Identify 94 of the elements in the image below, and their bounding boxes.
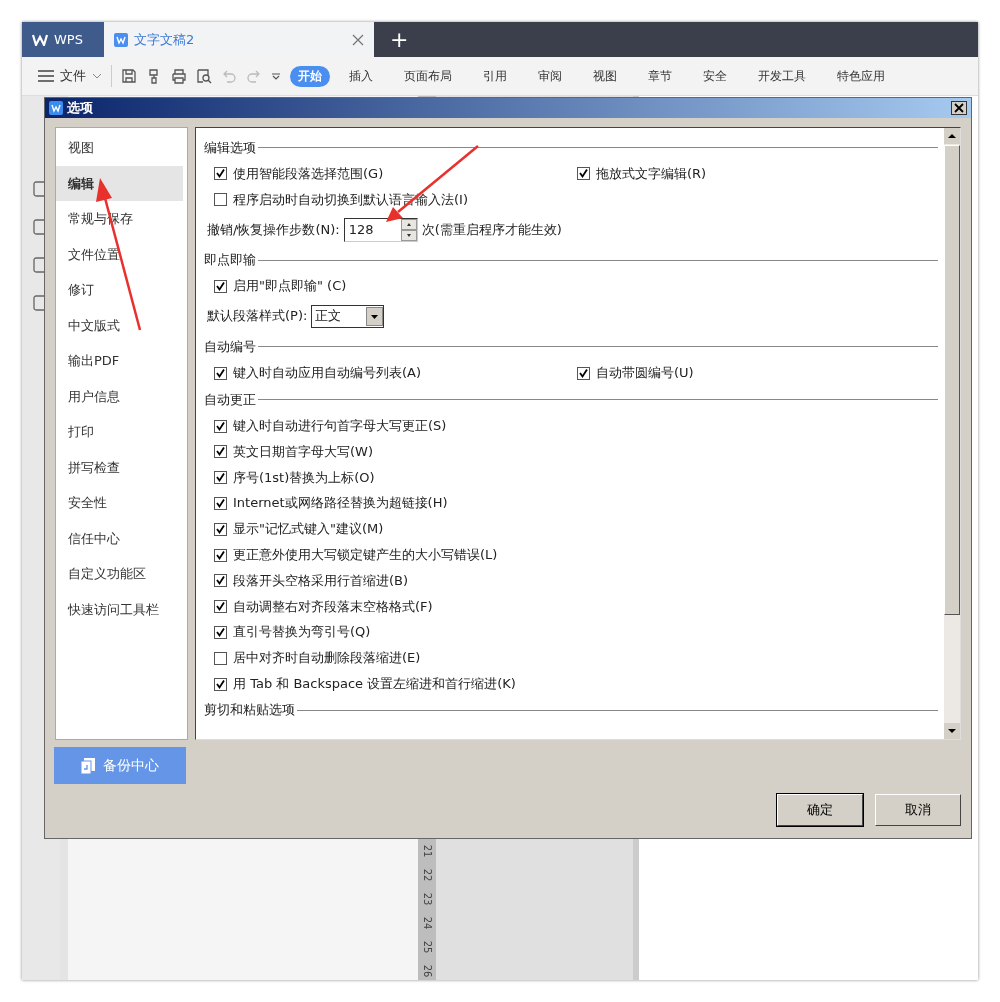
ribbon-tab[interactable]: 审阅 bbox=[530, 65, 570, 87]
print-icon[interactable] bbox=[171, 68, 187, 84]
checkbox[interactable] bbox=[214, 548, 227, 562]
document-icon bbox=[114, 32, 128, 47]
ruler-number: 21 bbox=[421, 844, 434, 858]
nav-item[interactable]: 修订 bbox=[56, 272, 183, 308]
number-spinner[interactable]: 128 bbox=[343, 217, 418, 242]
field-label: 撤销/恢复操作步数(N): bbox=[207, 220, 340, 239]
scrollbar-thumb[interactable] bbox=[944, 145, 960, 615]
checkbox-label: 自动带圆编号(U) bbox=[596, 364, 694, 383]
checkbox-label: 使用智能段落选择范围(G) bbox=[233, 164, 384, 183]
scroll-down-icon[interactable] bbox=[944, 723, 960, 739]
file-menu[interactable]: 文件 bbox=[38, 67, 102, 85]
checkbox[interactable] bbox=[214, 574, 227, 588]
nav-item[interactable]: 安全性 bbox=[56, 485, 183, 521]
checkbox[interactable] bbox=[214, 366, 227, 380]
ribbon-tab[interactable]: 视图 bbox=[585, 65, 625, 87]
nav-item[interactable]: 文件位置 bbox=[56, 236, 183, 272]
scroll-up-icon[interactable] bbox=[944, 128, 960, 144]
wps-logo-icon bbox=[49, 101, 63, 115]
nav-item[interactable]: 拼写检查 bbox=[56, 449, 183, 485]
ruler-number: 24 bbox=[421, 916, 434, 930]
checkbox-label: 直引号替换为弯引号(Q) bbox=[233, 623, 371, 642]
nav-item[interactable]: 快速访问工具栏 bbox=[56, 591, 183, 627]
checkbox-label: 键入时自动应用自动编号列表(A) bbox=[233, 364, 422, 383]
checkbox[interactable] bbox=[214, 496, 227, 510]
style-dropdown[interactable]: 正文 bbox=[311, 304, 385, 328]
dialog-button[interactable]: 确定 bbox=[777, 794, 863, 826]
ribbon-tab[interactable]: 开发工具 bbox=[750, 65, 814, 87]
checkbox[interactable] bbox=[214, 445, 227, 459]
section-title: 即点即输 bbox=[204, 251, 256, 270]
section-title: 自动编号 bbox=[204, 337, 256, 356]
hint-text: 次(需重启程序才能生效) bbox=[421, 220, 562, 239]
field-label: 默认段落样式(P): bbox=[207, 307, 308, 326]
checkbox-label: 英文日期首字母大写(W) bbox=[233, 442, 373, 461]
checkbox-label: 更正意外使用大写锁定键产生的大小写错误(L) bbox=[233, 546, 498, 565]
checkbox-label: 自动调整右对齐段落末空格格式(F) bbox=[233, 597, 433, 616]
ribbon-tab[interactable]: 特色应用 bbox=[829, 65, 893, 87]
nav-item[interactable]: 打印 bbox=[56, 414, 183, 450]
close-icon[interactable] bbox=[951, 101, 967, 115]
dialog-button[interactable]: 取消 bbox=[875, 794, 961, 826]
ribbon-tab[interactable]: 章节 bbox=[640, 65, 680, 87]
checkbox-label: 键入时自动进行句首字母大写更正(S) bbox=[233, 417, 447, 436]
nav-item[interactable]: 自定义功能区 bbox=[56, 556, 183, 592]
new-tab-button[interactable]: + bbox=[374, 22, 425, 57]
checkbox-label: 居中对齐时自动删除段落缩进(E) bbox=[233, 649, 421, 668]
backup-icon bbox=[81, 757, 95, 774]
wps-logo-icon bbox=[32, 33, 48, 46]
scrollbar[interactable] bbox=[944, 128, 960, 739]
checkbox[interactable] bbox=[214, 193, 227, 207]
checkbox-label: 拖放式文字编辑(R) bbox=[596, 164, 707, 183]
dialog-title: 选项 bbox=[67, 99, 94, 117]
ribbon-tab[interactable]: 安全 bbox=[695, 65, 735, 87]
checkbox[interactable] bbox=[214, 677, 227, 691]
ruler-number: 25 bbox=[421, 940, 434, 954]
checkbox[interactable] bbox=[214, 625, 227, 639]
checkbox-label: 启用"即点即输" (C) bbox=[233, 277, 347, 296]
nav-item[interactable]: 编辑 bbox=[56, 165, 183, 201]
checkbox[interactable] bbox=[577, 366, 590, 380]
nav-item[interactable]: 输出PDF bbox=[56, 343, 183, 379]
ribbon-tab[interactable]: 页面布局 bbox=[396, 65, 460, 87]
ruler-number: 23 bbox=[421, 892, 434, 906]
spin-arrows-icon[interactable] bbox=[400, 218, 417, 241]
checkbox[interactable] bbox=[214, 471, 227, 485]
checkbox[interactable] bbox=[214, 280, 227, 293]
section-title: 自动更正 bbox=[204, 390, 256, 409]
print-preview-icon[interactable] bbox=[196, 68, 212, 84]
checkbox[interactable] bbox=[214, 419, 227, 433]
nav-item[interactable]: 信任中心 bbox=[56, 520, 183, 556]
ruler-number: 26 bbox=[421, 964, 434, 978]
checkbox[interactable] bbox=[214, 600, 227, 614]
checkbox[interactable] bbox=[214, 522, 227, 536]
app-tab[interactable]: 文字文稿2 bbox=[104, 22, 374, 57]
nav-item[interactable]: 视图 bbox=[56, 130, 183, 166]
checkbox-label: 显示"记忆式键入"建议(M) bbox=[233, 520, 384, 539]
dropdown-icon[interactable] bbox=[271, 71, 281, 81]
checkbox[interactable] bbox=[214, 651, 227, 665]
section-title: 编辑选项 bbox=[204, 138, 256, 157]
nav-item[interactable]: 中文版式 bbox=[56, 307, 183, 343]
checkbox-label: Internet或网络路径替换为超链接(H) bbox=[233, 494, 448, 513]
save-icon[interactable] bbox=[121, 68, 137, 84]
checkbox[interactable] bbox=[577, 167, 590, 181]
checkbox[interactable] bbox=[214, 167, 227, 181]
chevron-down-icon bbox=[92, 73, 102, 79]
ruler-number: 22 bbox=[421, 868, 434, 882]
checkbox-label: 段落开头空格采用行首缩进(B) bbox=[233, 571, 409, 590]
ribbon-tab[interactable]: 引用 bbox=[475, 65, 515, 87]
checkbox-label: 用 Tab 和 Backspace 设置左缩进和首行缩进(K) bbox=[233, 675, 516, 694]
ribbon-tab[interactable]: 插入 bbox=[341, 65, 381, 87]
menu-icon bbox=[38, 70, 54, 82]
section-title: 剪切和粘贴选项 bbox=[204, 701, 295, 720]
app-tab[interactable]: WPS bbox=[22, 22, 104, 57]
nav-item[interactable]: 用户信息 bbox=[56, 378, 183, 414]
checkbox-label: 序号(1st)替换为上标(O) bbox=[233, 468, 375, 487]
